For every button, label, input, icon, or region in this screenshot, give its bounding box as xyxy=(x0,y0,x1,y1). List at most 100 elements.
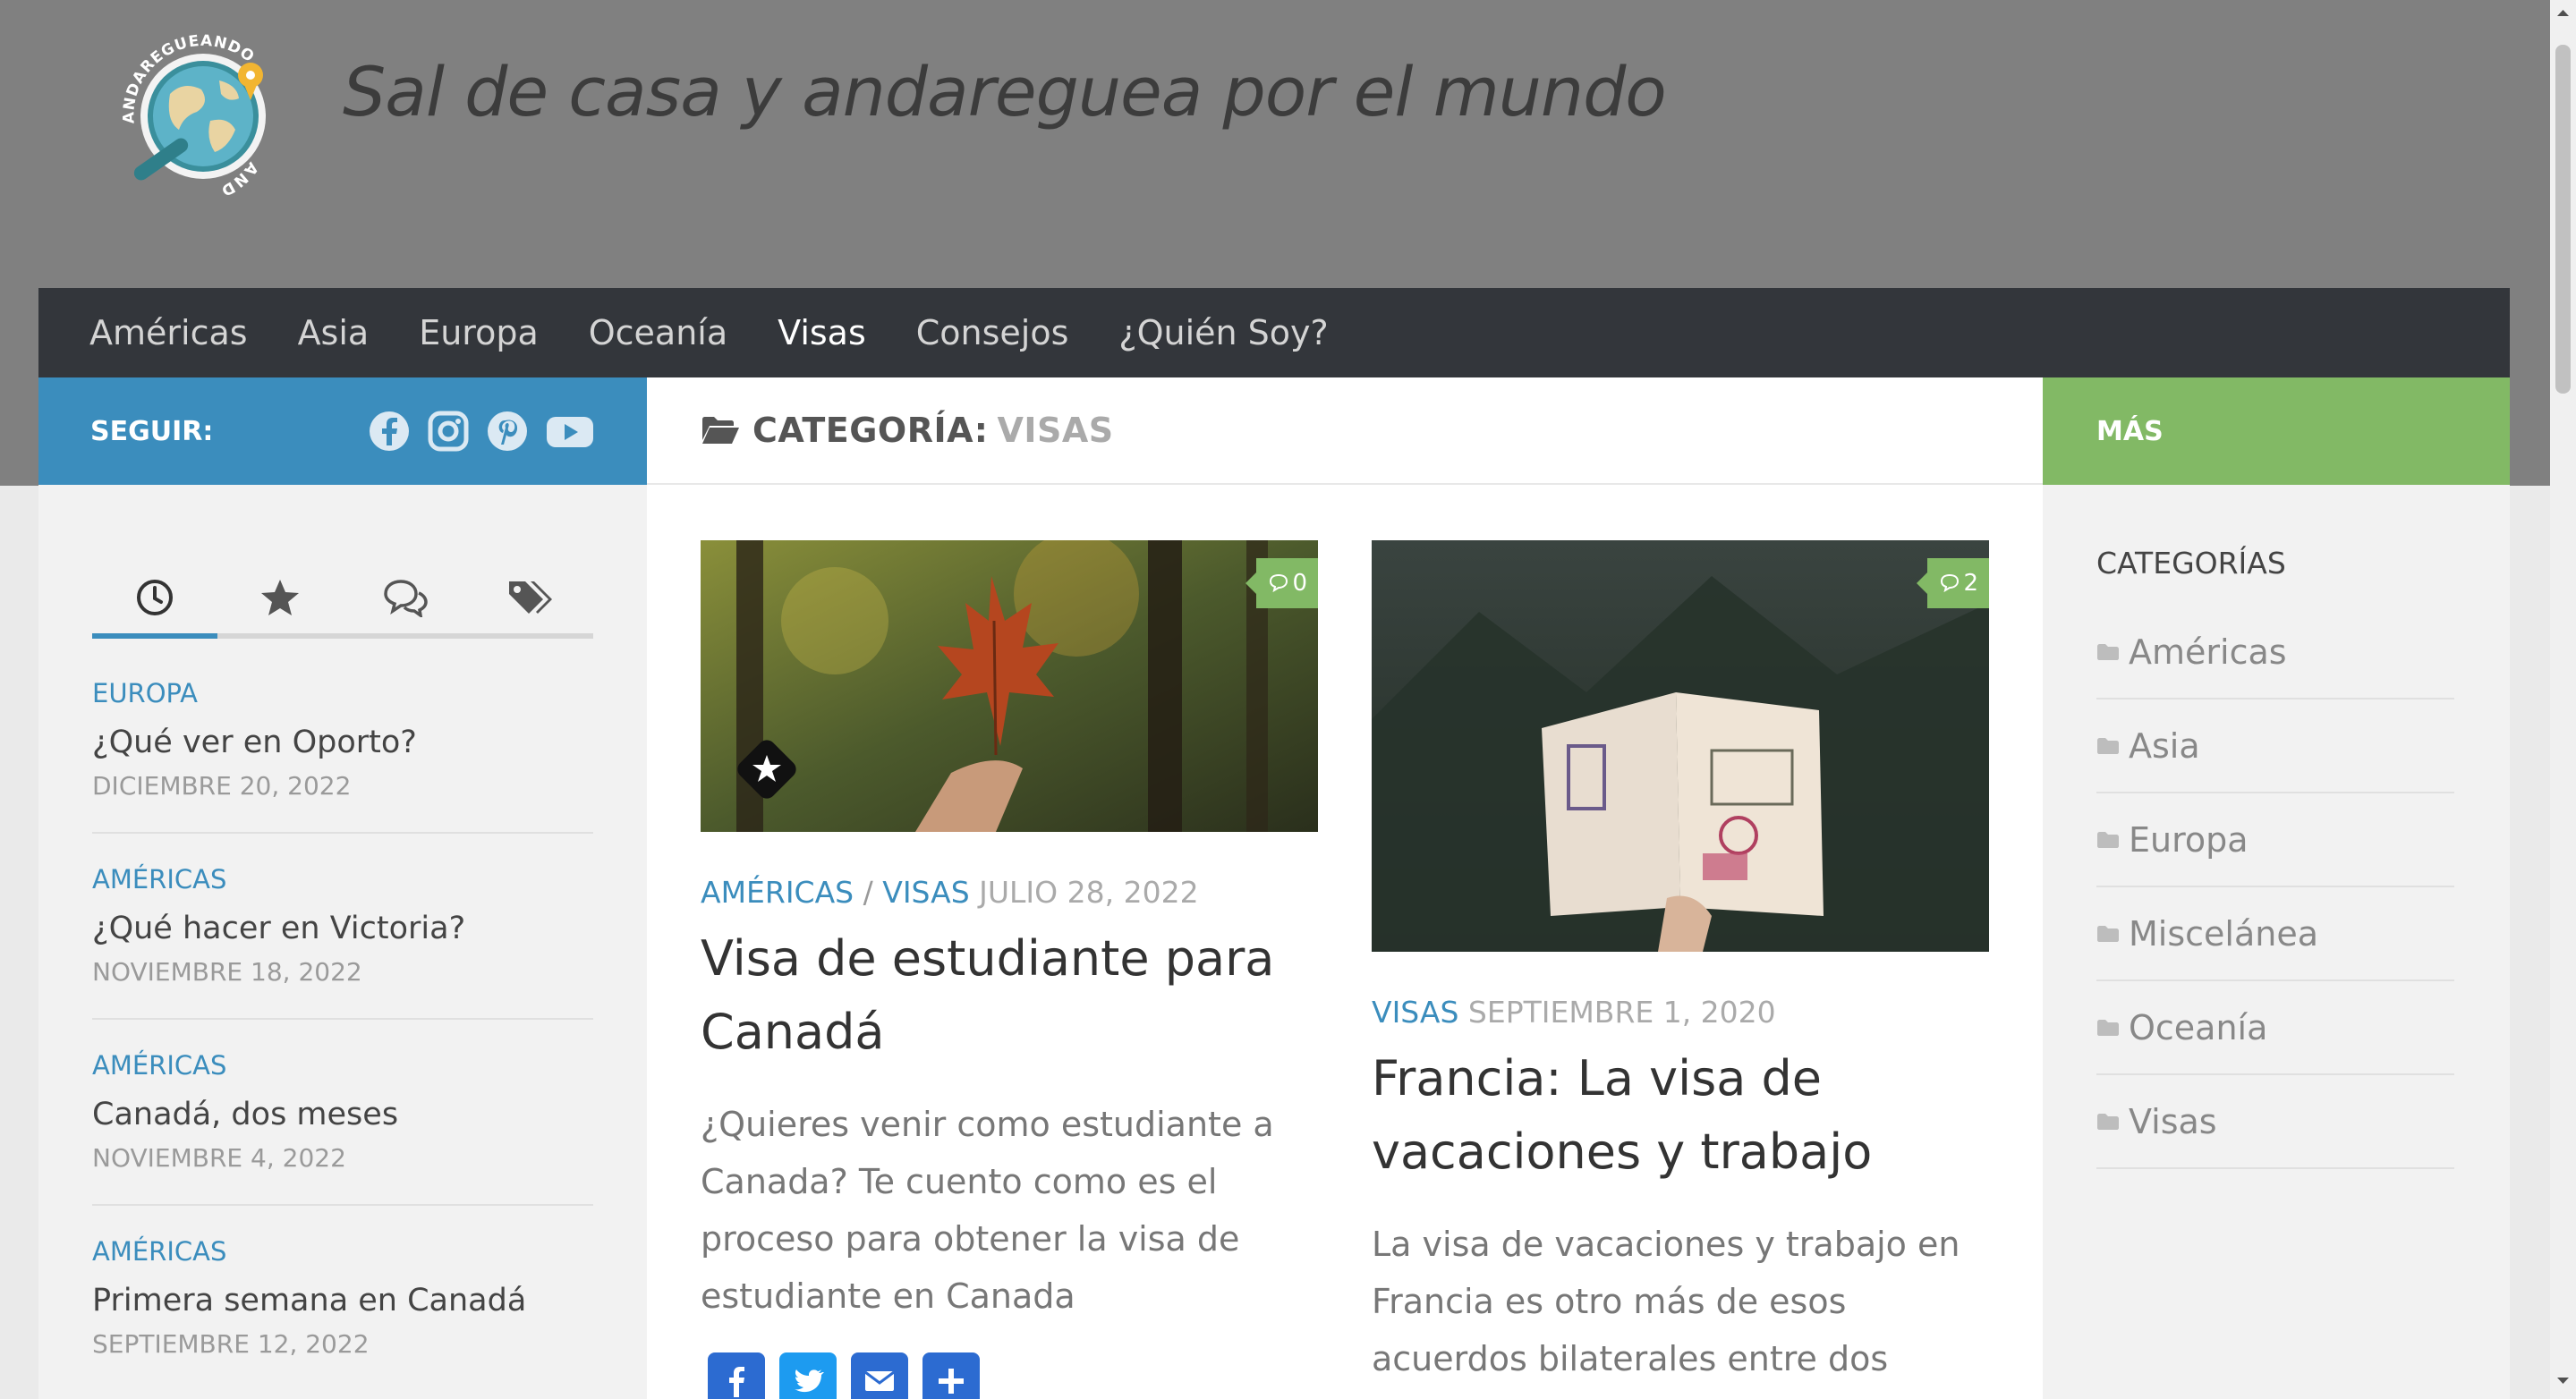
facebook-share-button[interactable] xyxy=(708,1352,765,1399)
scroll-up-icon[interactable] xyxy=(2550,4,2576,21)
email-share-icon xyxy=(864,1370,895,1391)
main-content: CATEGORÍA: VISAS 0 AMÉRICAS / VISAS JULI… xyxy=(647,377,2043,1399)
category-label: Visas xyxy=(2129,1102,2217,1141)
featured-badge xyxy=(731,733,803,805)
comment-icon xyxy=(1270,573,1288,593)
recent-post-title[interactable]: ¿Qué ver en Oporto? xyxy=(92,725,593,760)
post-divider xyxy=(92,1018,593,1020)
main-nav: Américas Asia Europa Oceanía Visas Consejos ¿Q… xyxy=(38,288,2510,377)
recent-post-date: SEPTIEMBRE 12, 2022 xyxy=(92,1329,370,1359)
article-title[interactable]: Francia: La visa de vacaciones y trabajo xyxy=(1372,1042,1989,1189)
plus-share-icon xyxy=(939,1369,964,1394)
folder-icon xyxy=(2097,644,2119,660)
follow-bar: SEGUIR: xyxy=(38,377,647,485)
comment-count-badge[interactable]: 0 xyxy=(1245,558,1318,608)
category-heading-label: CATEGORÍA: xyxy=(752,411,989,450)
tab-recent[interactable] xyxy=(92,556,217,639)
recent-post-category[interactable]: AMÉRICAS xyxy=(92,1050,593,1086)
pinterest-icon[interactable] xyxy=(486,410,529,453)
article-category-link[interactable]: AMÉRICAS xyxy=(701,875,854,910)
nav-item[interactable]: Consejos xyxy=(916,313,1069,352)
post-divider xyxy=(92,832,593,834)
scroll-down-icon[interactable] xyxy=(2550,1372,2576,1390)
globe-logo-icon: ANDAREGUEANDO ANDO xyxy=(87,4,266,200)
category-label: Miscelánea xyxy=(2129,914,2319,954)
nav-item[interactable]: Asia xyxy=(298,313,370,352)
twitter-share-icon xyxy=(795,1369,824,1393)
article-date: SEPTIEMBRE 1, 2020 xyxy=(1467,995,1776,1030)
recent-post-item: AMÉRICAS ¿Qué hacer en Victoria? NOVIEMBRE… xyxy=(92,864,593,987)
nav-item[interactable]: Américas xyxy=(89,313,248,352)
article-date: JULIO 28, 2022 xyxy=(979,875,1199,910)
more-share-button[interactable] xyxy=(922,1352,980,1399)
category-heading-value: VISAS xyxy=(997,411,1114,450)
recent-post-date: DICIEMBRE 20, 2022 xyxy=(92,771,352,801)
tab-tags[interactable] xyxy=(468,556,593,639)
folder-icon xyxy=(2097,738,2119,754)
featured-star-icon xyxy=(737,740,796,799)
recent-post-category[interactable]: AMÉRICAS xyxy=(92,1236,593,1272)
clock-icon xyxy=(137,580,173,615)
article-category-link[interactable]: VISAS xyxy=(1372,995,1458,1030)
passport-image xyxy=(1372,540,1989,952)
left-sidebar: SEGUIR: EUROPA ¿Qué ver en Oporto? DICIE… xyxy=(38,377,647,1399)
site-logo[interactable]: ANDAREGUEANDO ANDO xyxy=(87,4,313,216)
article-excerpt: La visa de vacaciones y trabajo en Franc… xyxy=(1372,1225,1960,1399)
share-buttons xyxy=(708,1352,994,1399)
recent-post-category[interactable]: EUROPA xyxy=(92,678,593,714)
post-divider xyxy=(92,1204,593,1206)
comment-count-badge[interactable]: 2 xyxy=(1917,558,1989,608)
category-link[interactable]: Américas xyxy=(2096,606,2454,700)
instagram-icon[interactable] xyxy=(427,410,470,453)
follow-label: SEGUIR: xyxy=(90,415,214,447)
folder-open-icon xyxy=(702,417,739,444)
article-image[interactable]: 0 xyxy=(701,540,1318,832)
youtube-icon[interactable] xyxy=(545,410,595,453)
nav-item[interactable]: Europa xyxy=(419,313,539,352)
article-image[interactable]: 2 xyxy=(1372,540,1989,952)
article-card: 0 AMÉRICAS / VISAS JULIO 28, 2022 Visa d… xyxy=(701,540,1318,1325)
categories-heading: CATEGORÍAS xyxy=(2096,546,2286,581)
site-title[interactable]: Sal de casa y andareguea por el mundo xyxy=(343,52,1667,131)
more-label: MÁS xyxy=(2096,415,2164,447)
article-card: 2 VISAS SEPTIEMBRE 1, 2020 Francia: La v… xyxy=(1372,540,1989,1399)
category-separator: / xyxy=(863,875,873,910)
facebook-icon[interactable] xyxy=(368,410,411,453)
folder-icon xyxy=(2097,1020,2119,1036)
category-link[interactable]: Oceanía xyxy=(2096,982,2454,1075)
recent-post-title[interactable]: Canadá, dos meses xyxy=(92,1097,593,1132)
recent-post-title[interactable]: Primera semana en Canadá xyxy=(92,1283,593,1318)
facebook-share-icon xyxy=(729,1367,744,1397)
page-scrollbar[interactable] xyxy=(2550,0,2576,1399)
category-link[interactable]: Miscelánea xyxy=(2096,888,2454,981)
tab-popular[interactable] xyxy=(217,556,343,639)
category-label: Asia xyxy=(2129,726,2200,766)
category-link[interactable]: Visas xyxy=(2096,1076,2454,1169)
category-link[interactable]: Europa xyxy=(2096,794,2454,887)
scrollbar-thumb[interactable] xyxy=(2555,45,2571,394)
folder-icon xyxy=(2097,832,2119,848)
tags-icon xyxy=(509,581,552,614)
sidebar-tabs xyxy=(92,556,593,639)
recent-post-date: NOVIEMBRE 18, 2022 xyxy=(92,957,362,987)
category-link[interactable]: Asia xyxy=(2096,700,2454,793)
recent-post-item: AMÉRICAS Canadá, dos meses NOVIEMBRE 4, 20… xyxy=(92,1050,593,1173)
category-label: Américas xyxy=(2129,632,2287,672)
article-meta: VISAS SEPTIEMBRE 1, 2020 xyxy=(1372,995,1989,1030)
article-meta: AMÉRICAS / VISAS JULIO 28, 2022 xyxy=(701,875,1318,910)
article-category-link[interactable]: VISAS xyxy=(882,875,969,910)
folder-icon xyxy=(2097,926,2119,942)
nav-item[interactable]: ¿Quién Soy? xyxy=(1118,313,1328,352)
comment-count: 2 xyxy=(1963,570,1978,597)
article-excerpt: ¿Quieres venir como estudiante a Canada?… xyxy=(701,1105,1274,1316)
nav-item[interactable]: Visas xyxy=(778,313,866,352)
recent-post-item: AMÉRICAS Primera semana en Canadá SEPTIEMB… xyxy=(92,1236,593,1359)
article-title[interactable]: Visa de estudiante para Canadá xyxy=(701,922,1318,1069)
comment-count: 0 xyxy=(1292,570,1307,597)
email-share-button[interactable] xyxy=(851,1352,908,1399)
recent-post-title[interactable]: ¿Qué hacer en Victoria? xyxy=(92,911,593,946)
nav-item[interactable]: Oceanía xyxy=(589,313,727,352)
twitter-share-button[interactable] xyxy=(779,1352,837,1399)
recent-post-category[interactable]: AMÉRICAS xyxy=(92,864,593,900)
tab-comments[interactable] xyxy=(343,556,468,639)
